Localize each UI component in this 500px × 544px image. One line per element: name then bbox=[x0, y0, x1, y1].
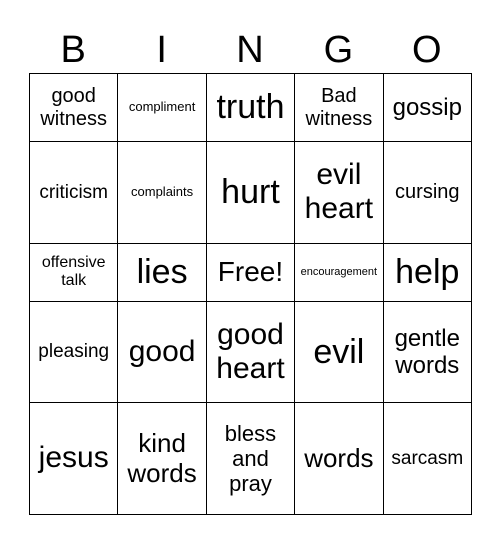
bingo-cell[interactable]: gentle words bbox=[382, 300, 473, 404]
bingo-cell[interactable]: bless and pray bbox=[205, 402, 296, 515]
bingo-cell[interactable]: words bbox=[294, 402, 384, 515]
bingo-cell[interactable]: good witness bbox=[28, 72, 119, 143]
bingo-cell[interactable]: kind words bbox=[117, 402, 207, 515]
header-letter-i: I bbox=[156, 29, 167, 71]
bingo-cell[interactable]: good bbox=[117, 300, 207, 404]
card-row: criticism complaints hurt evil heart cur… bbox=[28, 141, 473, 244]
card-row: offensive talk lies Free! encouragement … bbox=[28, 242, 473, 302]
bingo-cell[interactable]: lies bbox=[117, 242, 207, 302]
bingo-header: B I N G O bbox=[29, 28, 471, 72]
bingo-cell[interactable]: gossip bbox=[382, 72, 473, 143]
bingo-cell[interactable]: Bad witness bbox=[294, 72, 384, 143]
bingo-cell[interactable]: help bbox=[382, 242, 473, 302]
header-letter-g: G bbox=[323, 29, 354, 71]
bingo-cell[interactable]: sarcasm bbox=[382, 402, 473, 515]
bingo-cell[interactable]: offensive talk bbox=[28, 242, 119, 302]
bingo-cell[interactable]: good heart bbox=[205, 300, 296, 404]
bingo-cell[interactable]: jesus bbox=[28, 402, 119, 515]
card-row: good witness compliment truth Bad witnes… bbox=[28, 72, 473, 143]
bingo-cell[interactable]: criticism bbox=[28, 141, 119, 244]
card-row: jesus kind words bless and pray words sa… bbox=[28, 402, 473, 515]
bingo-cell[interactable]: complaints bbox=[117, 141, 207, 244]
bingo-card: good witness compliment truth Bad witnes… bbox=[28, 72, 473, 515]
bingo-cell[interactable]: truth bbox=[205, 72, 296, 143]
bingo-cell[interactable]: pleasing bbox=[28, 300, 119, 404]
bingo-cell[interactable]: evil heart bbox=[294, 141, 384, 244]
card-row: pleasing good good heart evil gentle wor… bbox=[28, 300, 473, 404]
header-letter-o: O bbox=[412, 29, 442, 71]
bingo-cell[interactable]: evil bbox=[294, 300, 384, 404]
header-letter-n: N bbox=[236, 29, 264, 71]
bingo-cell[interactable]: compliment bbox=[117, 72, 207, 143]
free-cell[interactable]: Free! bbox=[205, 242, 296, 302]
bingo-cell[interactable]: cursing bbox=[382, 141, 473, 244]
header-letter-b: B bbox=[60, 29, 86, 71]
bingo-cell[interactable]: encouragement bbox=[294, 242, 384, 302]
bingo-cell[interactable]: hurt bbox=[205, 141, 296, 244]
